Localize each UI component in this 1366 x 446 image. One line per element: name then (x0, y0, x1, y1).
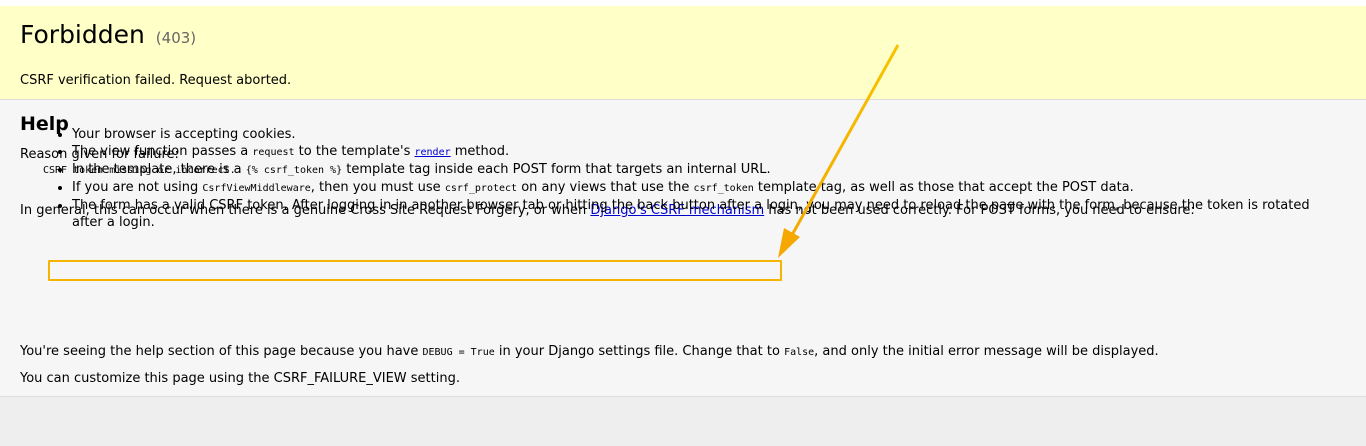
tip-text: to the template's (294, 144, 415, 159)
code-debug-true: DEBUG = True (422, 347, 495, 358)
code-middleware: CsrfViewMiddleware (202, 183, 311, 194)
code-csrf-protect: csrf_protect (444, 183, 518, 194)
tips-list: Your browser is accepting cookies. The v… (52, 126, 1312, 231)
list-item: If you are not using CsrfViewMiddleware,… (72, 179, 1312, 197)
page-title: Forbidden (403) (20, 20, 196, 53)
render-link[interactable]: render (415, 147, 451, 158)
debug-text: You're seeing the help section of this p… (20, 344, 423, 359)
list-item: The form has a valid CSRF token. After l… (72, 197, 1312, 231)
tip-text: , then you must use (310, 180, 445, 195)
tip-text: The form has a valid CSRF token. After l… (72, 198, 1310, 230)
debug-text: in your Django settings file. Change tha… (494, 344, 785, 359)
customize-paragraph: You can customize this page using the CS… (20, 371, 460, 386)
tip-text: on any views that use the (517, 180, 694, 195)
error-summary: Forbidden (403) CSRF verification failed… (0, 6, 1366, 100)
debug-paragraph: You're seeing the help section of this p… (20, 344, 1159, 361)
status-code: (403) (155, 29, 197, 47)
code-csrf-token: csrf_token (693, 183, 754, 194)
debug-text: , and only the initial error message wil… (814, 344, 1159, 359)
error-message: CSRF verification failed. Request aborte… (20, 73, 292, 88)
highlight-box (48, 260, 782, 281)
tip-text: If you are not using (72, 180, 203, 195)
title-text: Forbidden (20, 20, 145, 49)
tip-text: method. (450, 144, 510, 159)
list-item-highlighted: In the template, there is a {% csrf_toke… (72, 161, 1312, 179)
tip-text: template tag inside each POST form that … (342, 162, 771, 177)
list-item: The view function passes a request to th… (72, 143, 1312, 161)
code-csrf-token-tag: {% csrf_token %} (245, 165, 343, 176)
list-item: Your browser is accepting cookies. (72, 126, 1312, 143)
code-request: request (252, 147, 295, 158)
tip-text: In the template, there is a (72, 162, 246, 177)
tip-text: template tag, as well as those that acce… (753, 180, 1134, 195)
code-false: False (784, 347, 815, 358)
tip-text: Your browser is accepting cookies. (72, 127, 296, 142)
tip-text: The view function passes a (72, 144, 253, 159)
